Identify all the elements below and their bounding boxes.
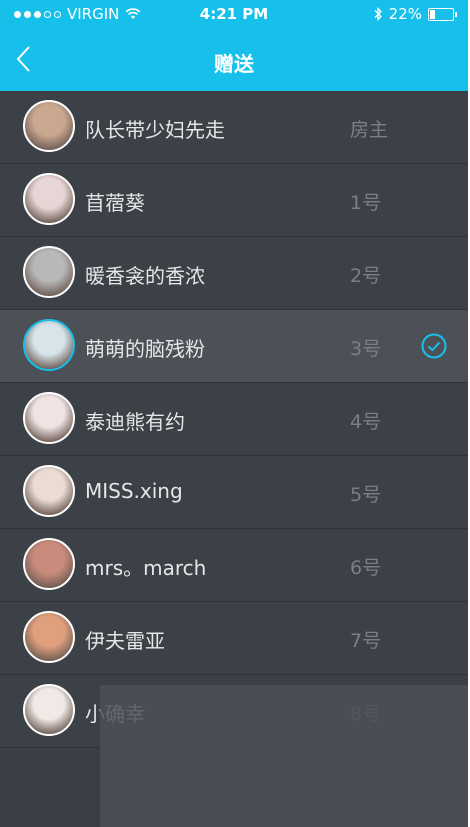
member-row[interactable]: 苜蓿葵 1号 <box>0 164 468 237</box>
seat-number: 7号 <box>350 630 382 652</box>
member-list: 队长带少妇先走 房主苜蓿葵 1号暖香衾的香浓 2号萌萌的脑残粉 3号泰迪熊有约 4号 MIS… <box>0 91 468 748</box>
page-title: 赠送 <box>214 52 254 76</box>
avatar <box>23 319 75 371</box>
member-row[interactable]: mrs。march 6号 <box>0 529 468 602</box>
battery-percent: 22% <box>388 5 422 23</box>
seat-number: 3号 <box>350 338 382 360</box>
member-name: MISS.xing <box>85 479 183 503</box>
checkmark-circle-icon <box>421 333 447 359</box>
member-row[interactable]: 泰迪熊有约 4号 <box>0 383 468 456</box>
avatar <box>23 173 75 225</box>
nav-bar: 赠送 <box>0 28 468 91</box>
avatar <box>23 246 75 298</box>
top-bar: VIRGIN 4:21 PM 22% 赠送 <box>0 0 468 91</box>
member-name: 萌萌的脑残粉 <box>85 337 205 361</box>
battery-area: 22% <box>373 5 457 23</box>
member-name: 苜蓿葵 <box>85 191 145 215</box>
avatar <box>23 538 75 590</box>
member-row[interactable]: 伊夫雷亚 7号 <box>0 602 468 675</box>
avatar <box>23 684 75 736</box>
member-row[interactable]: 萌萌的脑残粉 3号 <box>0 310 468 383</box>
avatar <box>23 611 75 663</box>
bluetooth-icon <box>374 7 382 21</box>
member-name: 伊夫雷亚 <box>85 629 165 653</box>
seat-number: 1号 <box>350 192 382 214</box>
seat-number: 6号 <box>350 557 382 579</box>
member-name: 泰迪熊有约 <box>85 410 185 434</box>
member-row[interactable]: 队长带少妇先走 房主 <box>0 91 468 164</box>
gift-screen: VIRGIN 4:21 PM 22% 赠送 队长带少妇先走 房主 苜蓿葵 1号 … <box>0 0 468 827</box>
avatar <box>23 392 75 444</box>
member-name: 队长带少妇先走 <box>85 118 225 142</box>
avatar <box>23 465 75 517</box>
member-row[interactable]: 暖香衾的香浓 2号 <box>0 237 468 310</box>
member-name: mrs。march <box>85 556 207 580</box>
avatar <box>23 100 75 152</box>
status-bar: VIRGIN 4:21 PM 22% <box>0 0 468 28</box>
seat-number: 房主 <box>350 119 389 141</box>
bottom-overlay-panel <box>100 685 468 827</box>
member-row[interactable]: MISS.xing 5号 <box>0 456 468 529</box>
battery-icon <box>428 7 457 21</box>
seat-number: 4号 <box>350 411 382 433</box>
seat-number: 5号 <box>350 484 382 506</box>
seat-number: 2号 <box>350 265 382 287</box>
member-name: 暖香衾的香浓 <box>85 264 205 288</box>
